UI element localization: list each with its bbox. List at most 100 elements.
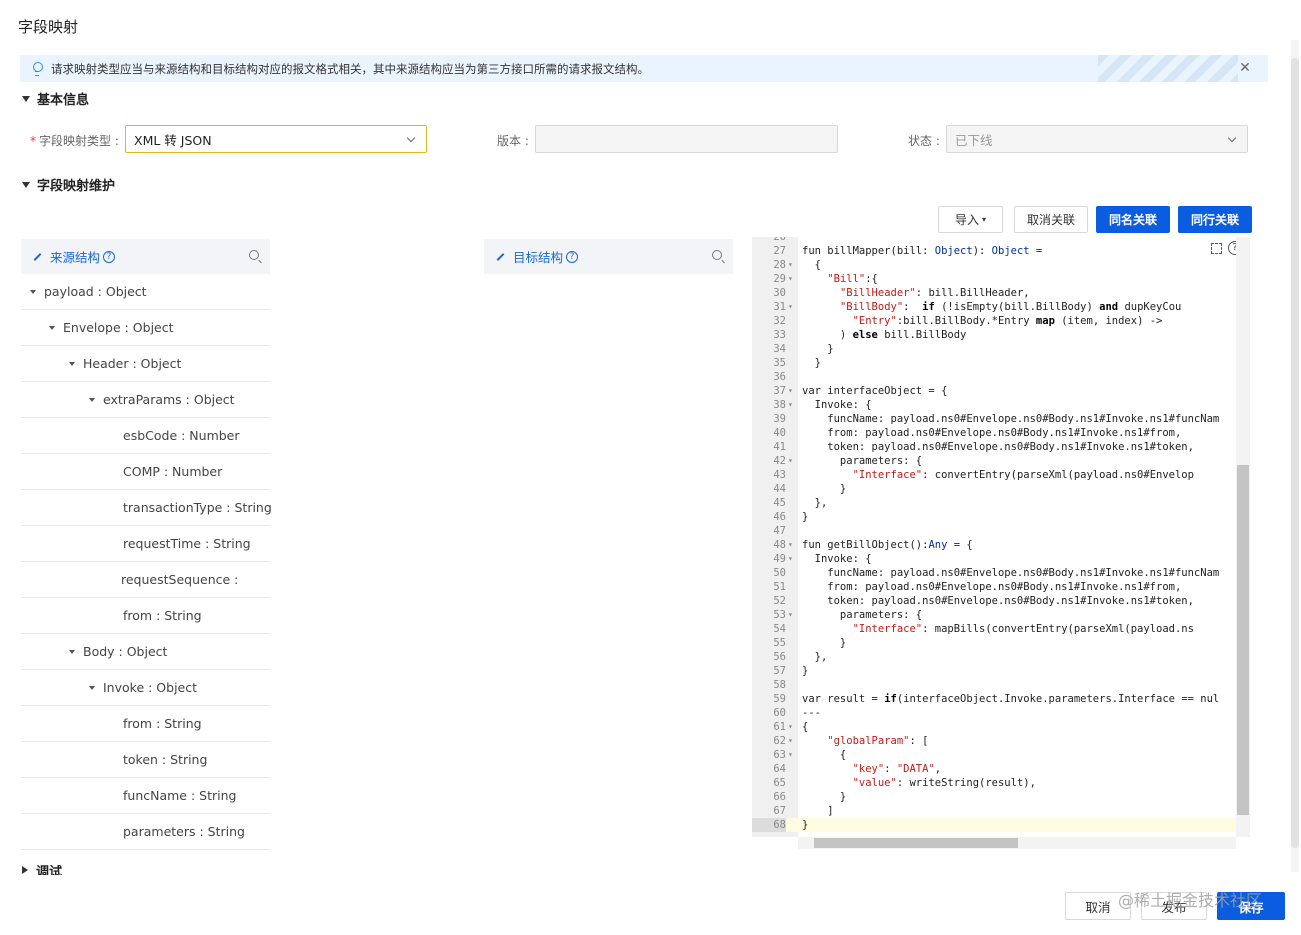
fold-icon[interactable]: ▾	[788, 720, 793, 734]
code-text: "value": writeString(result),	[852, 777, 1036, 789]
code-line[interactable]: 46}	[752, 510, 1242, 524]
tree-node[interactable]: parameters : String	[21, 814, 270, 850]
code-line[interactable]: 67 ]	[752, 804, 1242, 818]
import-button[interactable]: 导入 ▾	[938, 206, 1003, 233]
scrollbar-thumb[interactable]	[814, 838, 1018, 848]
fold-icon[interactable]: ▾	[788, 384, 793, 398]
code-lines[interactable]: 26 27 fun billMapper(bill: Object): Object…	[752, 237, 1242, 832]
code-line[interactable]: 44 }	[752, 482, 1242, 496]
code-line[interactable]: 41 token: payload.ns0#Envelope.ns0#Body.…	[752, 440, 1242, 454]
caret-down-icon	[89, 685, 95, 690]
cancel-link-button[interactable]: 取消关联	[1014, 206, 1088, 233]
tree-node[interactable]: funcName : String	[21, 778, 270, 814]
code-line[interactable]: 56 },	[752, 650, 1242, 664]
code-line[interactable]: 60 ---	[752, 706, 1242, 720]
tree-node[interactable]: requestTime : String	[21, 526, 270, 562]
tree-node[interactable]: payload : Object	[21, 274, 270, 310]
same-name-link-button[interactable]: 同名关联	[1096, 206, 1170, 233]
code-line[interactable]: 40 from: payload.ns0#Envelope.ns0#Body.n…	[752, 426, 1242, 440]
code-line[interactable]: 61 ▾ {	[752, 720, 1242, 734]
code-line[interactable]: 27 fun billMapper(bill: Object): Object =	[752, 244, 1242, 258]
mapping-type-select[interactable]: XML 转 JSON	[125, 125, 427, 153]
fold-icon[interactable]: ▾	[788, 398, 793, 412]
code-line[interactable]: 48 ▾ fun getBillObject():Any = {	[752, 538, 1242, 552]
close-icon[interactable]: ✕	[1238, 61, 1252, 75]
code-line[interactable]: 38 ▾ Invoke: {	[752, 398, 1242, 412]
fold-icon[interactable]: ▾	[788, 454, 793, 468]
code-line[interactable]: 58	[752, 678, 1242, 692]
scrollbar-thumb[interactable]	[1237, 465, 1249, 815]
code-line[interactable]: 35 }	[752, 356, 1242, 370]
search-icon[interactable]	[249, 250, 259, 260]
section-maintenance-header[interactable]: 字段映射维护	[22, 175, 115, 194]
help-icon[interactable]: ?	[566, 250, 579, 263]
tree-node[interactable]: Header : Object	[21, 346, 270, 382]
scrollbar-thumb[interactable]	[1291, 58, 1299, 848]
code-line[interactable]: 64 "key": "DATA",	[752, 762, 1242, 776]
edit-icon[interactable]	[496, 252, 505, 261]
line-number: 45	[773, 497, 786, 509]
same-row-link-button[interactable]: 同行关联	[1178, 206, 1252, 233]
code-line[interactable]: 28 ▾ {	[752, 258, 1242, 272]
code-line[interactable]: 63 ▾ {	[752, 748, 1242, 762]
code-editor[interactable]: 26 27 fun billMapper(bill: Object): Object…	[752, 237, 1250, 849]
code-line[interactable]: 30 "BillHeader": bill.BillHeader,	[752, 286, 1242, 300]
code-line[interactable]: 33 ) else bill.BillBody	[752, 328, 1242, 342]
edit-icon[interactable]	[33, 252, 42, 261]
code-line[interactable]: 39 funcName: payload.ns0#Envelope.ns0#Bo…	[752, 412, 1242, 426]
code-line[interactable]: 31 ▾ "BillBody": if (!isEmpty(bill.BillBo…	[752, 300, 1242, 314]
fold-icon[interactable]: ▾	[788, 608, 793, 622]
tree-node[interactable]: Body : Object	[21, 634, 270, 670]
code-line[interactable]: 68}	[752, 818, 1242, 832]
fold-icon[interactable]: ▾	[788, 552, 793, 566]
code-line[interactable]: 50 funcName: payload.ns0#Envelope.ns0#Bo…	[752, 566, 1242, 580]
code-line[interactable]: 37 ▾ var interfaceObject = {	[752, 384, 1242, 398]
code-line[interactable]: 52 token: payload.ns0#Envelope.ns0#Body.…	[752, 594, 1242, 608]
section-debug-header[interactable]: 调试	[22, 865, 62, 875]
tree-node[interactable]: transactionType : String	[21, 490, 272, 526]
fold-icon[interactable]: ▾	[788, 538, 793, 552]
code-line[interactable]: 29 ▾ "Bill":{	[752, 272, 1242, 286]
fold-icon[interactable]: ▾	[788, 748, 793, 762]
editor-horizontal-scrollbar[interactable]	[798, 837, 1236, 849]
code-line[interactable]: 57}	[752, 664, 1242, 678]
code-line[interactable]: 43 "Interface": convertEntry(parseXml(pa…	[752, 468, 1242, 482]
code-line[interactable]: 26	[752, 237, 1242, 244]
code-line[interactable]: 47	[752, 524, 1242, 538]
fold-icon[interactable]: ▾	[788, 734, 793, 748]
tree-node[interactable]: extraParams : Object	[21, 382, 270, 418]
fold-icon[interactable]: ▾	[788, 258, 793, 272]
code-text: "key": "DATA",	[852, 763, 942, 775]
code-line[interactable]: 66 }	[752, 790, 1242, 804]
editor-vertical-scrollbar[interactable]	[1236, 237, 1250, 837]
fullscreen-icon[interactable]	[1211, 242, 1222, 254]
code-line[interactable]: 65 "value": writeString(result),	[752, 776, 1242, 790]
code-line[interactable]: 42 ▾ parameters: {	[752, 454, 1242, 468]
line-number: 30	[773, 287, 786, 299]
code-line[interactable]: 55 }	[752, 636, 1242, 650]
code-line[interactable]: 54 "Interface": mapBills(convertEntry(pa…	[752, 622, 1242, 636]
code-line[interactable]: 34 }	[752, 342, 1242, 356]
code-line[interactable]: 45 },	[752, 496, 1242, 510]
tree-node[interactable]: from : String	[21, 706, 270, 742]
tree-node[interactable]: COMP : Number	[21, 454, 270, 490]
tree-node[interactable]: esbCode : Number	[21, 418, 270, 454]
code-line[interactable]: 62 ▾ "globalParam": [	[752, 734, 1242, 748]
fold-icon[interactable]: ▾	[788, 300, 793, 314]
code-line[interactable]: 32 "Entry":bill.BillBody.*Entry map (ite…	[752, 314, 1242, 328]
search-icon[interactable]	[712, 250, 722, 260]
tree-node[interactable]: Invoke : Object	[21, 670, 270, 706]
dialog-scrollbar[interactable]	[1291, 40, 1299, 872]
code-line[interactable]: 51 from: payload.ns0#Envelope.ns0#Body.n…	[752, 580, 1242, 594]
code-line[interactable]: 59 var result = if(interfaceObject.Invoke…	[752, 692, 1242, 706]
tree-node[interactable]: requestSequence :	[21, 562, 270, 598]
code-line[interactable]: 36	[752, 370, 1242, 384]
help-icon[interactable]: ?	[103, 250, 116, 263]
section-basic-header[interactable]: 基本信息	[22, 89, 89, 108]
fold-icon[interactable]: ▾	[788, 272, 793, 286]
code-line[interactable]: 53 ▾ parameters: {	[752, 608, 1242, 622]
code-line[interactable]: 49 ▾ Invoke: {	[752, 552, 1242, 566]
tree-node[interactable]: from : String	[21, 598, 270, 634]
tree-node[interactable]: token : String	[21, 742, 270, 778]
tree-node[interactable]: Envelope : Object	[21, 310, 270, 346]
